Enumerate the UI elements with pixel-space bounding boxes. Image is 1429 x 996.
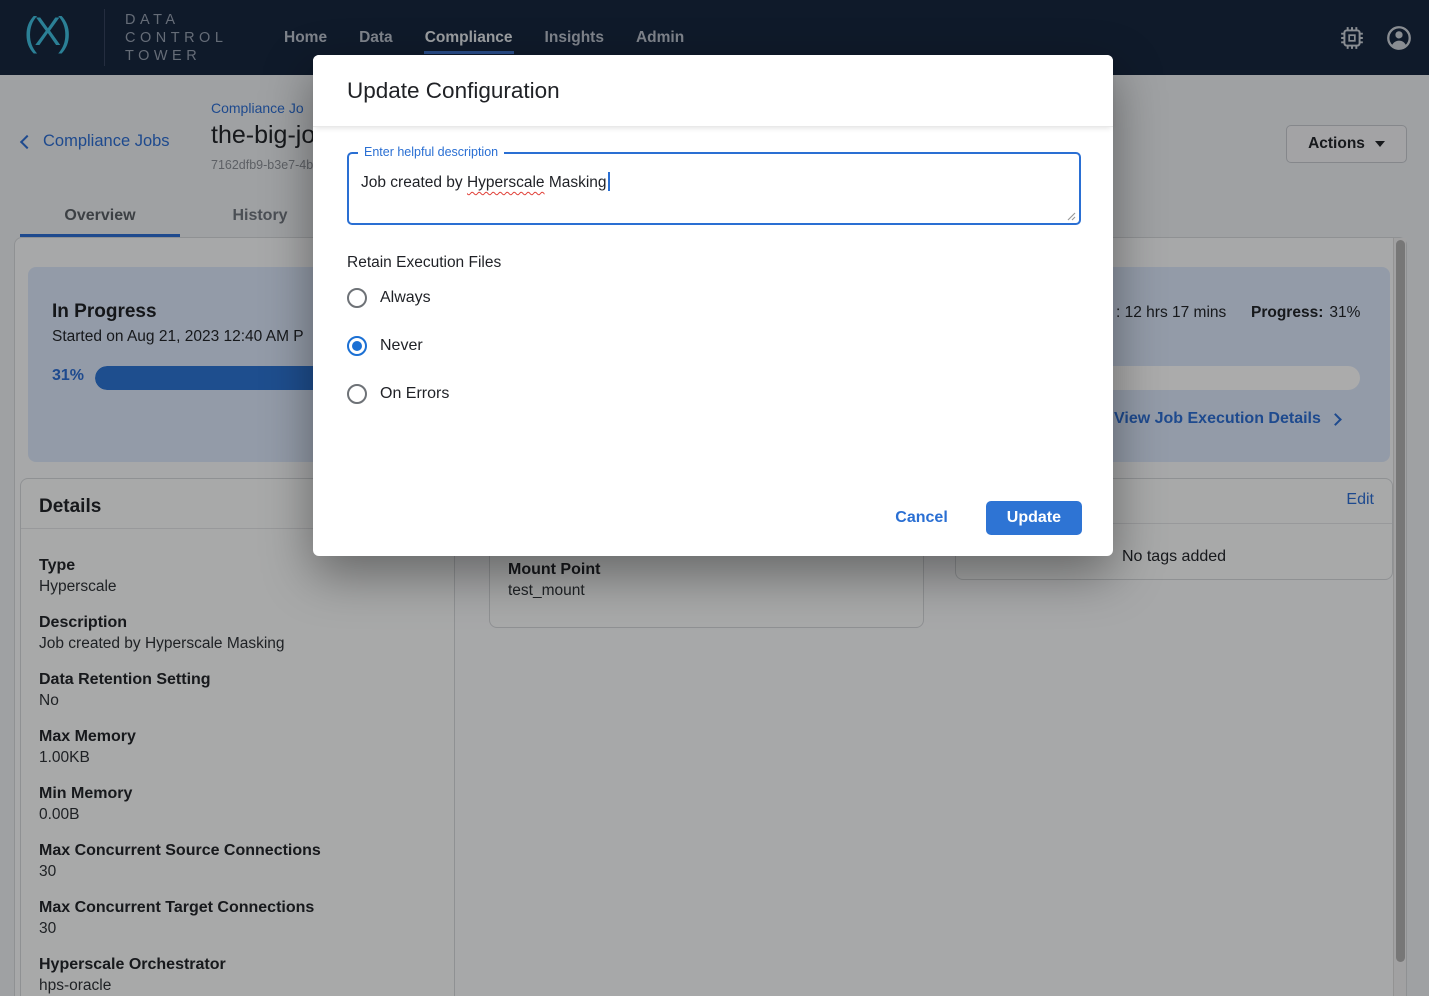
modal-title: Update Configuration [347, 78, 560, 104]
radio-circle-icon[interactable] [347, 336, 367, 356]
description-field-value: Job created by Hyperscale Masking [361, 172, 610, 192]
modal-buttons: Cancel Update [895, 501, 1082, 535]
radio-circle-icon[interactable] [347, 384, 367, 404]
radio-never[interactable]: Never [347, 336, 449, 356]
modal-header: Update Configuration [313, 55, 1113, 127]
description-field-label: Enter helpful description [358, 145, 504, 159]
cancel-button[interactable]: Cancel [895, 509, 947, 527]
update-configuration-modal: Update Configuration Enter helpful descr… [313, 55, 1113, 556]
misspelled-word: Hyperscale [467, 174, 545, 191]
update-button[interactable]: Update [986, 501, 1082, 535]
radio-circle-icon[interactable] [347, 288, 367, 308]
description-textarea[interactable]: Enter helpful description Job created by… [347, 152, 1081, 225]
retain-radio-group: Always Never On Errors [347, 288, 449, 404]
resize-grip-icon[interactable] [1064, 208, 1076, 220]
retain-execution-files-label: Retain Execution Files [347, 254, 501, 272]
radio-on-errors[interactable]: On Errors [347, 384, 449, 404]
radio-always[interactable]: Always [347, 288, 449, 308]
text-cursor [608, 172, 610, 191]
